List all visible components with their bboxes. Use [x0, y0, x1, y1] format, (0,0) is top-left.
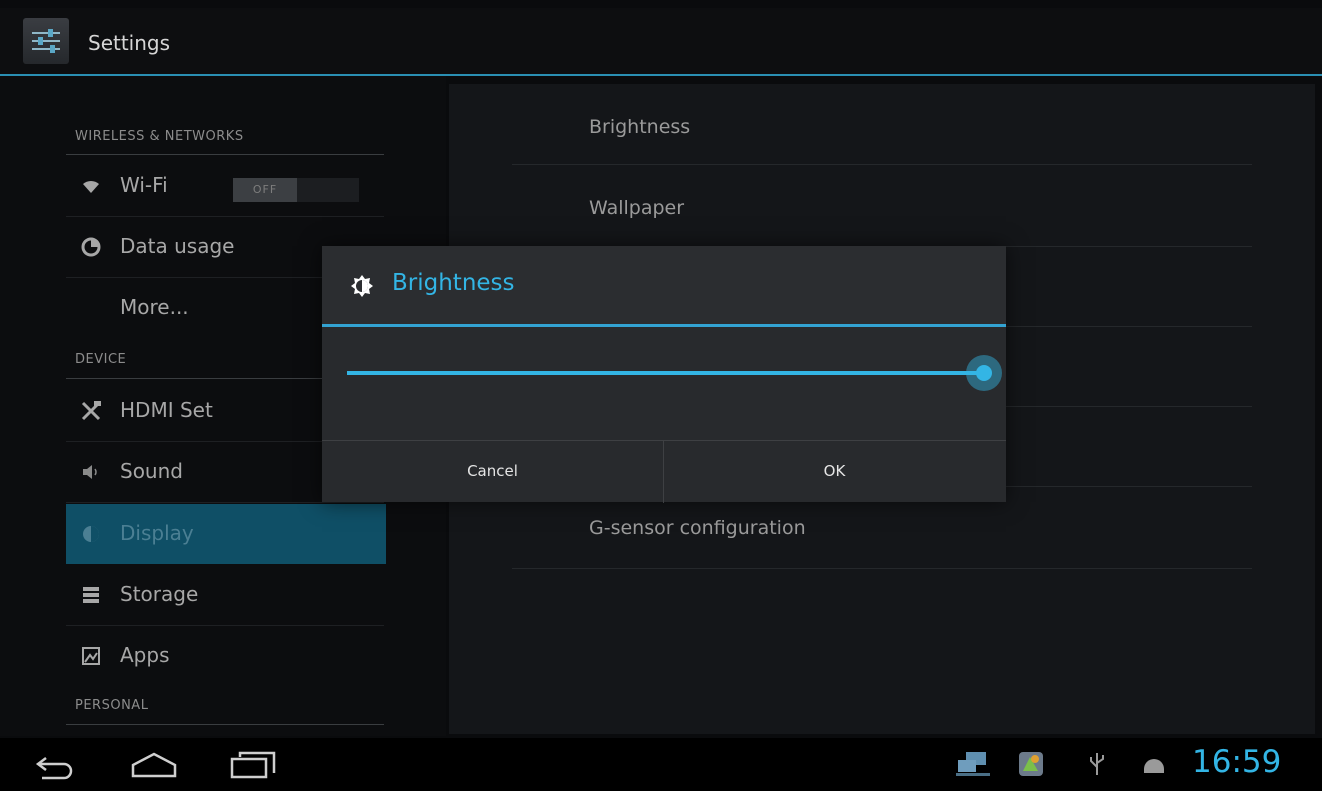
android-debug-icon[interactable] — [1140, 753, 1168, 779]
sidebar-item-wifi[interactable]: Wi-Fi OFF — [66, 156, 386, 216]
action-bar: Settings — [0, 8, 1322, 76]
status-clock: 16:59 — [1192, 744, 1282, 780]
network-icon[interactable] — [956, 750, 990, 782]
apps-icon — [80, 645, 102, 667]
section-header-wireless: WIRELESS & NETWORKS — [75, 129, 244, 144]
sidebar-item-label: Wi-Fi — [120, 173, 168, 197]
sidebar-item-display[interactable]: Display — [66, 504, 386, 564]
sidebar-item-label: Data usage — [120, 234, 235, 258]
app-title: Settings — [88, 31, 171, 55]
back-icon[interactable] — [32, 754, 76, 784]
row-divider — [512, 164, 1252, 165]
sidebar-item-storage[interactable]: Storage — [66, 565, 386, 625]
brightness-icon — [350, 274, 374, 302]
slider-thumb[interactable] — [976, 365, 992, 381]
sidebar-item-label: HDMI Set — [120, 398, 213, 422]
dialog-title: Brightness — [392, 270, 515, 296]
system-nav-bar: 16:59 — [0, 738, 1322, 791]
tools-icon — [80, 400, 102, 422]
dialog-title-bar: Brightness — [322, 246, 1006, 327]
wifi-toggle[interactable]: OFF — [233, 178, 359, 202]
settings-screen: Settings WIRELESS & NETWORKS Wi-Fi OFF D… — [0, 0, 1322, 791]
sidebar-item-label: Storage — [120, 582, 199, 606]
sidebar-item-apps[interactable]: Apps — [66, 626, 386, 686]
settings-app-icon[interactable] — [23, 18, 69, 64]
section-header-device: DEVICE — [75, 352, 127, 367]
dialog-button-bar: Cancel OK — [322, 440, 1006, 503]
setting-g-sensor[interactable]: G-sensor configuration — [589, 517, 806, 539]
data-usage-icon — [80, 236, 102, 258]
display-icon — [80, 523, 102, 545]
wifi-toggle-label: OFF — [233, 178, 297, 202]
cancel-button[interactable]: Cancel — [322, 441, 663, 503]
row-divider — [512, 568, 1252, 569]
storage-icon — [80, 584, 102, 606]
brightness-dialog: Brightness Cancel OK — [322, 246, 1006, 503]
speaker-icon — [80, 461, 102, 483]
sidebar-item-label: Apps — [120, 643, 170, 667]
recents-icon[interactable] — [230, 751, 276, 783]
sidebar-item-label: More... — [120, 295, 189, 319]
app-notification-icon[interactable] — [1018, 751, 1044, 781]
setting-wallpaper[interactable]: Wallpaper — [589, 197, 684, 219]
section-divider — [66, 154, 384, 155]
usb-icon[interactable] — [1088, 751, 1106, 781]
section-header-personal: PERSONAL — [75, 698, 149, 713]
ok-button[interactable]: OK — [664, 441, 1005, 503]
slider-track-fill — [347, 371, 984, 375]
section-divider — [66, 724, 384, 725]
home-icon[interactable] — [130, 752, 178, 782]
wifi-icon — [80, 175, 102, 197]
setting-brightness[interactable]: Brightness — [589, 116, 690, 138]
sidebar-item-label: Display — [120, 521, 194, 545]
sidebar-item-label: Sound — [120, 459, 183, 483]
